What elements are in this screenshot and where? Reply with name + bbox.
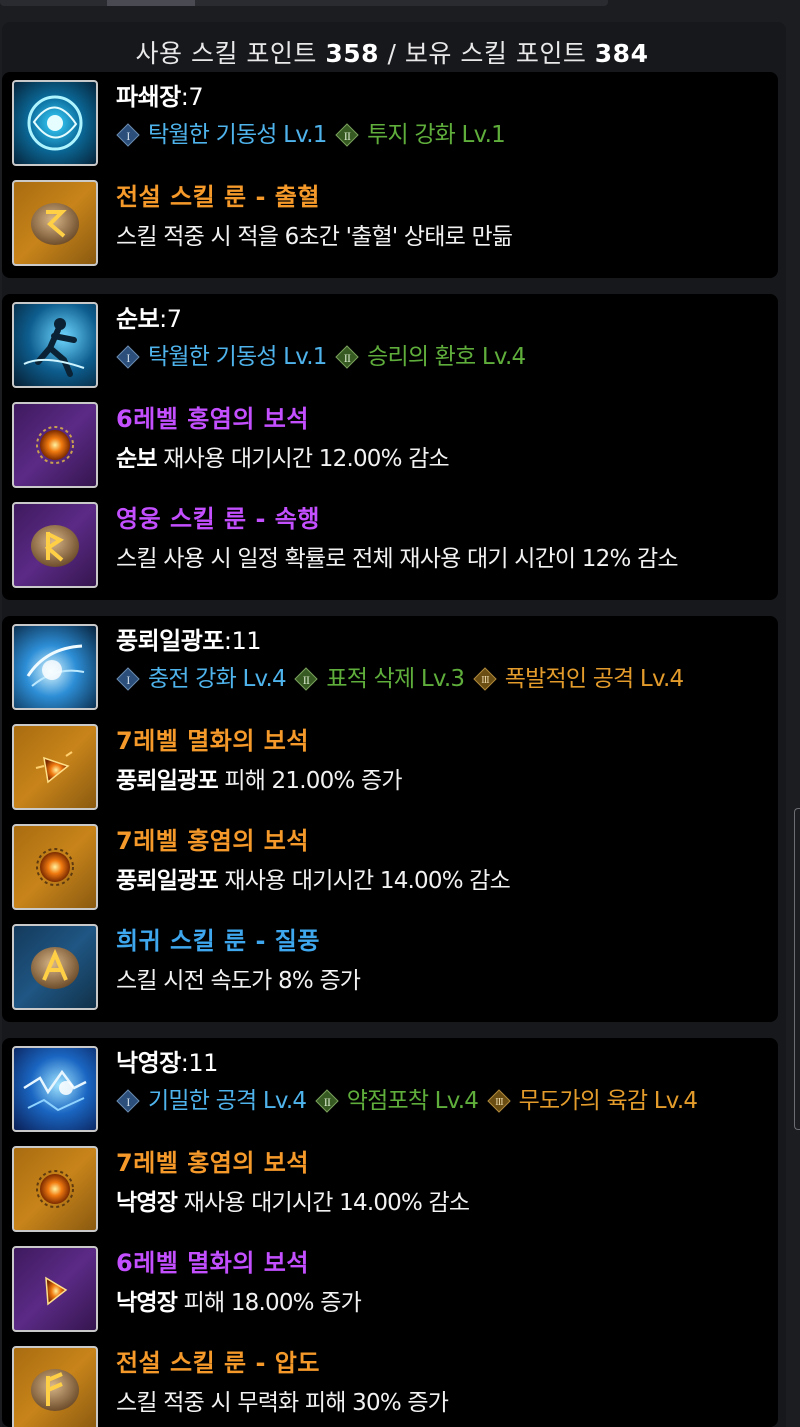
skill-card-2: 순보:7 I 탁월한 기동성 Lv.1 II 승리의 환호 Lv.4 6레벨 홍염의… (2, 294, 778, 600)
rune-description: 스킬 시전 속도가 8% 증가 (116, 968, 361, 994)
rune-icon (12, 502, 98, 588)
skill-row[interactable]: 풍뢰일광포:11 I 충전 강화 Lv.4 II 표적 삭제 Lv.3 III 폭발적… (12, 624, 772, 710)
rune-row[interactable]: 전설 스킬 룬 - 압도 스킬 적중 시 무력화 피해 30% 증가 (12, 1346, 772, 1427)
tripod-tier-2-icon: II (294, 667, 319, 691)
tripod-1: I 기밀한 공격 Lv.4 (116, 1086, 307, 1116)
rune-icon (12, 1346, 98, 1427)
rune-description: 스킬 적중 시 무력화 피해 30% 증가 (116, 1390, 449, 1416)
gem-title: 6레벨 홍염의 보석 (116, 405, 309, 433)
skill-row[interactable]: 파쇄장:7 I 탁월한 기동성 Lv.1 II 투지 강화 Lv.1 (12, 80, 772, 166)
tripod-tier-2-icon: II (335, 345, 359, 369)
gem-description: 풍뢰일광포 피해 21.00% 증가 (116, 768, 403, 794)
svg-text:II: II (324, 1095, 331, 1109)
gem-description: 순보 재사용 대기시간 12.00% 감소 (116, 446, 450, 472)
skill-row[interactable]: 낙영장:11 I 기밀한 공격 Lv.4 II 약점포착 Lv.4 III 무도가의 … (12, 1046, 772, 1132)
rune-title: 영웅 스킬 룬 - 속행 (116, 505, 320, 533)
gem-icon (12, 1146, 98, 1232)
gem-title: 7레벨 홍염의 보석 (116, 1149, 309, 1177)
gem-description: 낙영장 재사용 대기시간 14.00% 감소 (116, 1190, 470, 1216)
owned-points-label: 보유 스킬 포인트 (404, 39, 587, 68)
gem-row[interactable]: 7레벨 홍염의 보석 풍뢰일광포 재사용 대기시간 14.00% 감소 (12, 824, 772, 910)
gem-title: 7레벨 홍염의 보석 (116, 827, 309, 855)
tripod-tier-1-icon: I (116, 667, 140, 691)
gem-icon (12, 824, 98, 910)
top-tab-indicator[interactable] (107, 0, 195, 6)
tripod-2: II 약점포착 Lv.4 (315, 1086, 479, 1116)
gem-row[interactable]: 6레벨 멸화의 보석 낙영장 피해 18.00% 증가 (12, 1246, 772, 1332)
gem-row[interactable]: 7레벨 홍염의 보석 낙영장 재사용 대기시간 14.00% 감소 (12, 1146, 772, 1232)
tripod-3: III 무도가의 육감 Lv.4 (486, 1086, 698, 1116)
rune-row[interactable]: 전설 스킬 룬 - 출혈 스킬 적중 시 적을 6초간 '출혈' 상태로 만듦 (12, 180, 772, 266)
svg-text:II: II (303, 673, 310, 687)
tripod-list: I 탁월한 기동성 Lv.1 II 승리의 환호 Lv.4 (116, 342, 776, 377)
rune-title: 전설 스킬 룬 - 압도 (116, 1349, 320, 1377)
rune-row[interactable]: 희귀 스킬 룬 - 질풍 스킬 시전 속도가 8% 증가 (12, 924, 772, 1010)
gem-icon (12, 1246, 98, 1332)
rune-icon (12, 924, 98, 1010)
used-points-value: 358 (325, 39, 380, 68)
tripod-tier-1-icon: I (116, 123, 140, 147)
svg-text:III: III (495, 1097, 503, 1108)
skill-name: 순보:7 (116, 305, 182, 333)
gem-row[interactable]: 7레벨 멸화의 보석 풍뢰일광포 피해 21.00% 증가 (12, 724, 772, 810)
rune-icon (12, 180, 98, 266)
tripod-tier-3-icon: III (486, 1089, 511, 1113)
rune-row[interactable]: 영웅 스킬 룬 - 속행 스킬 사용 시 일정 확률로 전체 재사용 대기 시간… (12, 502, 772, 588)
tripod-tier-2-icon: II (315, 1089, 339, 1113)
skill-name: 파쇄장:7 (116, 83, 204, 111)
gem-icon (12, 402, 98, 488)
skill-icon-pashwae (12, 80, 98, 166)
skill-icon-sunbo (12, 302, 98, 388)
skill-icon-nakyeong (12, 1046, 98, 1132)
tripod-tier-1-icon: I (116, 1089, 140, 1113)
skill-name: 낙영장:11 (116, 1049, 218, 1077)
tripod-tier-1-icon: I (116, 345, 140, 369)
skill-card-4: 낙영장:11 I 기밀한 공격 Lv.4 II 약점포착 Lv.4 III 무도가의 … (2, 1038, 778, 1427)
svg-text:II: II (344, 351, 351, 365)
gem-description: 낙영장 피해 18.00% 증가 (116, 1290, 362, 1316)
skill-row[interactable]: 순보:7 I 탁월한 기동성 Lv.1 II 승리의 환호 Lv.4 (12, 302, 772, 388)
rune-title: 희귀 스킬 룬 - 질풍 (116, 927, 320, 955)
tripod-2: II 표적 삭제 Lv.3 (294, 664, 465, 694)
tripod-list: I 탁월한 기동성 Lv.1 II 투지 강화 Lv.1 (116, 120, 776, 155)
svg-text:III: III (481, 675, 489, 686)
tripod-3: III 폭발적인 공격 Lv.4 (473, 664, 684, 694)
skill-point-summary: 사용 스킬 포인트 358 / 보유 스킬 포인트 384 (0, 34, 784, 74)
rune-description: 스킬 적중 시 적을 6초간 '출혈' 상태로 만듦 (116, 224, 513, 250)
skill-card-3: 풍뢰일광포:11 I 충전 강화 Lv.4 II 표적 삭제 Lv.3 III 폭발적… (2, 616, 778, 1022)
tripod-tier-2-icon: II (335, 123, 359, 147)
separator: / (387, 39, 397, 68)
gem-row[interactable]: 6레벨 홍염의 보석 순보 재사용 대기시간 12.00% 감소 (12, 402, 772, 488)
gem-title: 6레벨 멸화의 보석 (116, 1249, 309, 1277)
rune-description: 스킬 사용 시 일정 확률로 전체 재사용 대기 시간이 12% 감소 (116, 546, 679, 572)
skill-name: 풍뢰일광포:11 (116, 627, 262, 655)
used-points-label: 사용 스킬 포인트 (135, 39, 317, 68)
gem-title: 7레벨 멸화의 보석 (116, 727, 309, 755)
tripod-list: I 충전 강화 Lv.4 II 표적 삭제 Lv.3 III 폭발적인 공격 Lv.4 (116, 664, 776, 699)
tripod-tier-3-icon: III (473, 667, 497, 691)
owned-points-value: 384 (594, 39, 649, 68)
tripod-list: I 기밀한 공격 Lv.4 II 약점포착 Lv.4 III 무도가의 육감 Lv.4 (116, 1086, 776, 1121)
tripod-2: II 승리의 환호 Lv.4 (335, 342, 526, 372)
tripod-1: I 충전 강화 Lv.4 (116, 664, 287, 694)
tripod-1: I 탁월한 기동성 Lv.1 (116, 342, 327, 372)
gem-icon (12, 724, 98, 810)
top-tab-bar (0, 0, 608, 6)
gem-description: 풍뢰일광포 재사용 대기시간 14.00% 감소 (116, 868, 511, 894)
tripod-2: II 투지 강화 Lv.1 (335, 120, 506, 150)
tripod-1: I 탁월한 기동성 Lv.1 (116, 120, 327, 150)
rune-title: 전설 스킬 룬 - 출혈 (116, 183, 320, 211)
svg-text:II: II (344, 129, 351, 143)
scrollbar-thumb[interactable] (794, 808, 800, 1130)
skill-card-1: 파쇄장:7 I 탁월한 기동성 Lv.1 II 투지 강화 Lv.1 전설 스킬 룬… (2, 72, 778, 278)
skill-icon-pungroe (12, 624, 98, 710)
